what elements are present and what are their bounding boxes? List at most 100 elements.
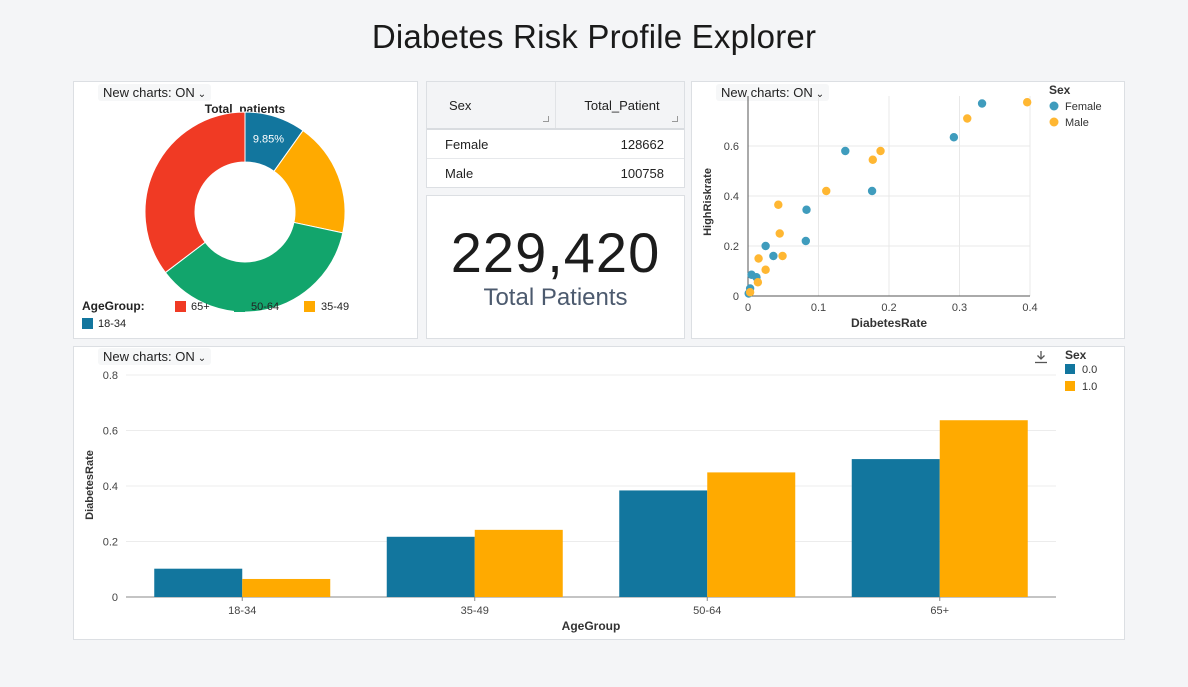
- data-point[interactable]: [802, 205, 811, 214]
- x-tick-label: 50-64: [693, 605, 721, 617]
- donut-slice[interactable]: [144, 111, 246, 274]
- data-point[interactable]: [745, 288, 755, 297]
- resize-handle-icon[interactable]: [543, 116, 549, 122]
- y-tick-label: 0.2: [724, 241, 739, 253]
- column-header-label: Total_Patient: [584, 97, 660, 113]
- y-tick-label: 0.4: [103, 481, 118, 493]
- data-point[interactable]: [867, 186, 877, 196]
- data-point[interactable]: [822, 186, 831, 196]
- donut-legend-item[interactable]: 50-64: [234, 301, 279, 313]
- legend-swatch: [234, 301, 245, 312]
- bar-legend-item[interactable]: 0.0: [1065, 364, 1097, 376]
- bar-chart: 0 0.2 0.4 0.6 0.8 18-34 35-49 50-64 65+ AgeGrou…: [84, 348, 1097, 633]
- bar[interactable]: [851, 459, 940, 597]
- kpi-value: 229,420: [450, 221, 661, 284]
- donut-chart: Total_patients 9.85% AgeGroup: 65+ 50-64…: [82, 102, 349, 330]
- legend-swatch: [82, 318, 93, 329]
- bar[interactable]: [707, 472, 796, 597]
- table-cell-total: 100758: [620, 166, 664, 181]
- bar[interactable]: [474, 529, 563, 597]
- scatter-legend-title: Sex: [1049, 83, 1071, 97]
- donut-legend-item[interactable]: 65+: [175, 301, 210, 313]
- data-point[interactable]: [801, 236, 811, 246]
- bar-y-axis-label: DiabetesRate: [84, 450, 96, 520]
- legend-swatch: [304, 301, 315, 312]
- data-point[interactable]: [754, 254, 763, 263]
- donut-slice-label: 9.85%: [253, 134, 284, 146]
- data-point[interactable]: [868, 155, 877, 164]
- resize-handle-icon[interactable]: [672, 116, 678, 122]
- data-point[interactable]: [1022, 98, 1032, 107]
- x-tick-label: 0.4: [1022, 302, 1037, 314]
- donut-chart-card: New charts: ON ⌄ Total_patients 9.85% Age…: [73, 81, 418, 339]
- y-tick-label: 0.6: [103, 426, 118, 438]
- scatter-x-axis-label: DiabetesRate: [851, 316, 927, 330]
- bar-x-axis-label: AgeGroup: [562, 619, 621, 633]
- y-tick-label: 0.4: [724, 191, 739, 203]
- x-tick-label: 0.1: [811, 302, 826, 314]
- bar[interactable]: [242, 578, 331, 597]
- data-point[interactable]: [778, 251, 787, 261]
- column-header-sex[interactable]: Sex: [427, 82, 555, 128]
- y-tick-label: 0.2: [103, 537, 118, 549]
- bar[interactable]: [939, 420, 1028, 597]
- legend-label: 18-34: [98, 318, 126, 330]
- legend-label: 0.0: [1082, 364, 1097, 376]
- column-header-label: Sex: [449, 97, 472, 113]
- data-point[interactable]: [949, 133, 959, 142]
- legend-label: 50-64: [251, 301, 279, 313]
- y-tick-label: 0: [733, 291, 739, 303]
- donut-legend-title: AgeGroup:: [82, 299, 145, 313]
- legend-swatch: [1049, 101, 1059, 111]
- sex-table-card: Sex Total_Patient Female 128662 Male 100…: [426, 81, 685, 188]
- scatter-legend-item[interactable]: Male: [1049, 117, 1089, 129]
- x-tick-label: 18-34: [228, 605, 256, 617]
- sex-table: Sex Total_Patient Female 128662 Male 100…: [427, 82, 684, 188]
- scatter-chart: 0 0.1 0.2 0.3 0.4 0 0.2 0.4 0.6 DiabetesRate Hig…: [702, 83, 1102, 330]
- data-point[interactable]: [963, 114, 972, 123]
- x-tick-label: 0.2: [881, 302, 896, 314]
- legend-swatch: [1049, 117, 1059, 127]
- data-point[interactable]: [775, 229, 784, 238]
- bar[interactable]: [386, 536, 475, 597]
- data-point[interactable]: [761, 265, 770, 274]
- x-tick-label: 0: [745, 302, 751, 314]
- y-tick-label: 0.6: [724, 141, 739, 153]
- scatter-legend-item[interactable]: Female: [1049, 101, 1102, 113]
- table-cell-sex: Male: [445, 166, 474, 181]
- legend-swatch: [175, 301, 186, 312]
- kpi-label: Total Patients: [483, 284, 628, 311]
- data-point[interactable]: [769, 251, 778, 261]
- legend-label: 1.0: [1082, 381, 1097, 393]
- data-point[interactable]: [761, 241, 770, 251]
- table-header-row: Sex Total_Patient: [427, 82, 684, 130]
- data-point[interactable]: [977, 99, 987, 108]
- bar-chart-card: New charts: ON ⌄ 0 0.2 0.4 0.6 0.8 18-34 35-49…: [73, 346, 1125, 640]
- x-tick-label: 0.3: [952, 302, 967, 314]
- data-point[interactable]: [841, 146, 850, 156]
- x-tick-label: 35-49: [461, 605, 489, 617]
- y-tick-label: 0: [112, 592, 118, 604]
- bar[interactable]: [154, 568, 243, 597]
- page-title: Diabetes Risk Profile Explorer: [371, 18, 817, 55]
- donut-legend-item[interactable]: 18-34: [82, 318, 126, 330]
- table-row: Female 128662: [427, 130, 684, 159]
- table-cell-sex: Female: [445, 136, 489, 152]
- data-point[interactable]: [753, 278, 763, 287]
- bar[interactable]: [619, 490, 708, 597]
- legend-label: 65+: [191, 301, 210, 313]
- data-point[interactable]: [774, 200, 783, 209]
- x-tick-label: 65+: [930, 605, 949, 617]
- table-cell-total: 128662: [620, 136, 664, 152]
- scatter-chart-card: New charts: ON ⌄ 0 0.1 0.2 0.3 0.4 0 0.2 0.4 0.6 …: [691, 81, 1125, 339]
- legend-swatch: [1065, 364, 1075, 374]
- donut-legend-item[interactable]: 35-49: [304, 301, 349, 313]
- legend-swatch: [1065, 381, 1075, 391]
- data-point[interactable]: [876, 146, 885, 156]
- table-row: Male 100758: [427, 159, 684, 188]
- legend-label: 35-49: [321, 301, 349, 313]
- column-header-total-patient[interactable]: Total_Patient: [555, 82, 684, 128]
- y-tick-label: 0.8: [103, 370, 118, 382]
- legend-label: Female: [1065, 101, 1102, 113]
- bar-legend-item[interactable]: 1.0: [1065, 381, 1097, 393]
